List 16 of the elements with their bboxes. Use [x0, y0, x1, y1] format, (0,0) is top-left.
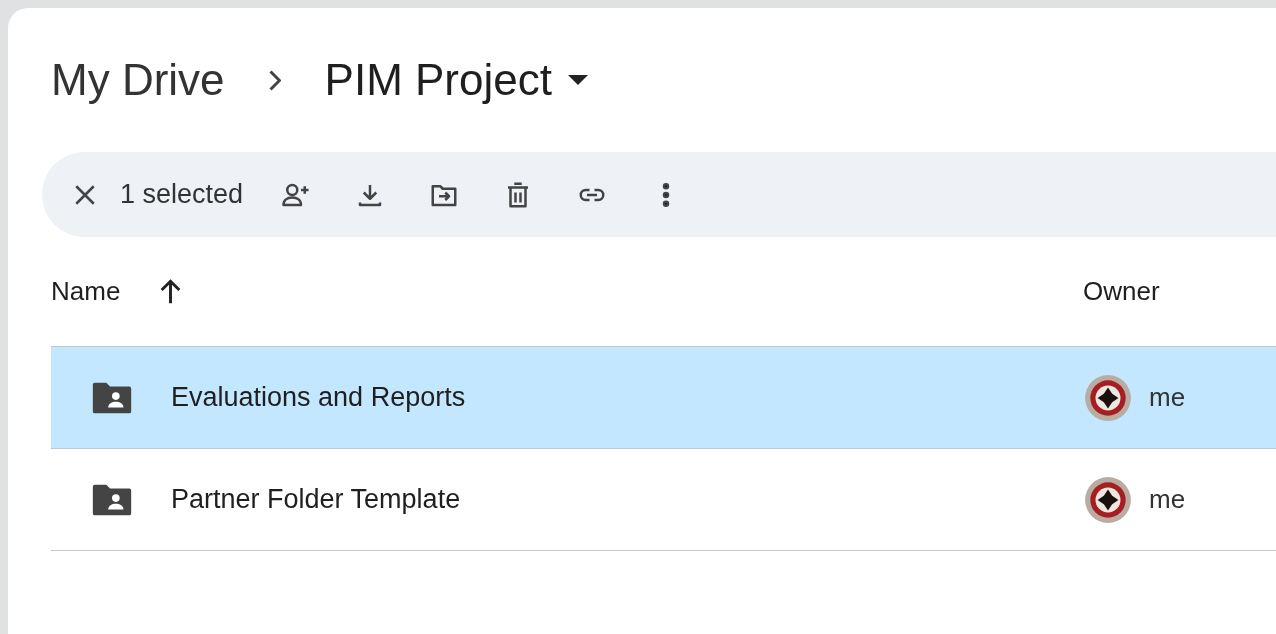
file-name: Evaluations and Reports — [171, 382, 466, 413]
avatar-icon — [1083, 372, 1133, 423]
avatar-icon — [1083, 474, 1133, 525]
column-header[interactable]: Owner — [1083, 276, 1276, 307]
chevron-right-icon — [268, 69, 281, 91]
file-row[interactable]: Partner Folder Template me — [51, 449, 1276, 551]
caret-icon[interactable] — [567, 75, 588, 85]
file-row[interactable]: Evaluations and Reports me — [51, 347, 1276, 449]
selection-count: 1 selected — [120, 179, 244, 210]
sort-arrow-icon[interactable] — [160, 279, 182, 304]
file-name: Partner Folder Template — [171, 484, 461, 515]
breadcrumb-current[interactable]: PIM Project — [324, 55, 552, 105]
owner-name: me — [1149, 484, 1186, 515]
column-header[interactable]: Name — [51, 276, 121, 307]
breadcrumb-root[interactable]: My Drive — [51, 55, 225, 105]
owner-name: me — [1149, 382, 1186, 413]
